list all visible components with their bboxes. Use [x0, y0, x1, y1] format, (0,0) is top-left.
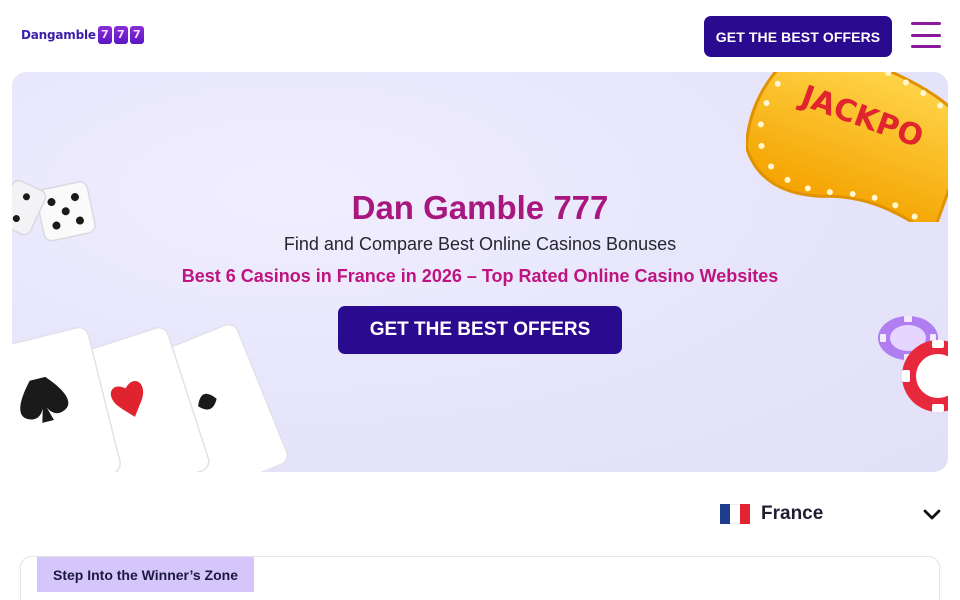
- hero-title: Dan Gamble 777: [351, 189, 609, 226]
- section-badge: Step Into the Winner’s Zone: [37, 557, 254, 592]
- hero-banner: JACKPO Dan Gamble 777 Find and Compare B…: [12, 72, 948, 472]
- logo-reel: 7: [97, 26, 112, 44]
- logo-reels-icon: 7 7 7: [97, 26, 144, 44]
- site-logo[interactable]: Dangamble 7 7 7: [21, 26, 144, 44]
- hero-tagline: Best 6 Casinos in France in 2026 – Top R…: [181, 266, 779, 286]
- casino-chips-icon: [878, 316, 948, 412]
- hero-subtitle: Find and Compare Best Online Casinos Bon…: [283, 234, 677, 254]
- logo-reel: 7: [113, 26, 128, 44]
- country-selected-label: France: [761, 503, 824, 524]
- header-offers-button[interactable]: GET THE BEST OFFERS: [704, 16, 892, 57]
- chevron-down-icon[interactable]: [922, 504, 942, 524]
- flag-stripe-white: [730, 504, 740, 524]
- flag-stripe-blue: [720, 504, 730, 524]
- hero-offers-button[interactable]: GET THE BEST OFFERS: [338, 306, 622, 354]
- hamburger-menu-icon[interactable]: [911, 20, 941, 50]
- logo-reel: 7: [129, 26, 144, 44]
- country-selector[interactable]: France: [720, 500, 942, 528]
- playing-cards-icon: [12, 323, 288, 472]
- flag-stripe-red: [740, 504, 750, 524]
- france-flag-icon: [720, 504, 750, 524]
- site-header: Dangamble 7 7 7 GET THE BEST OFFERS: [0, 0, 960, 72]
- logo-text: Dangamble: [21, 28, 96, 42]
